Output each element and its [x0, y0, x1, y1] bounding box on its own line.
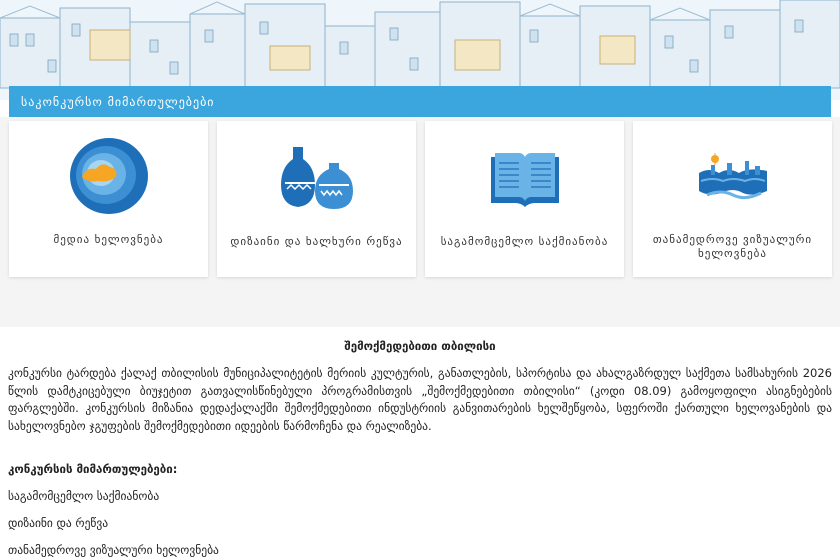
card-label: დიზაინი და ხალხური რეწვა — [230, 235, 403, 248]
tbilisi-houses-illustration — [0, 0, 840, 100]
card-media-art[interactable]: მედია ხელოვნება — [9, 121, 208, 277]
card-label: მედია ხელოვნება — [53, 233, 164, 246]
article-title: შემოქმედებითი თბილისი — [344, 339, 496, 353]
card-contemporary-visual-art[interactable]: თანამედროვე ვიზუალური ხელოვნება — [633, 121, 832, 277]
city-skyline-icon — [698, 153, 767, 200]
pottery-icon — [280, 147, 353, 209]
banner-illustration — [0, 0, 840, 100]
card-label: თანამედროვე ვიზუალური ხელოვნება — [652, 233, 813, 260]
directions-heading: კონკურსის მიმართულებები: — [8, 462, 178, 476]
article-paragraph: კონკურსი ტარდება ქალაქ თბილისის მუნიციპა… — [8, 366, 832, 433]
list-item: საგამომცემლო საქმიანობა — [8, 489, 160, 503]
categories-header: საკონკურსო მიმართულებები — [9, 86, 831, 117]
list-item: თანამედროვე ვიზუალური ხელოვნება — [8, 543, 219, 557]
card-publishing[interactable]: საგამომცემლო საქმიანობა — [425, 121, 624, 277]
open-book-icon — [490, 153, 559, 207]
list-item: დიზაინი და რეწვა — [8, 516, 109, 530]
media-art-icon — [69, 138, 148, 214]
card-label: საგამომცემლო საქმიანობა — [440, 235, 609, 248]
categories-section: მედია ხელოვნება დიზაინი და ხალხური რეწვა — [0, 117, 840, 327]
article: შემოქმედებითი თბილისი კონკურსი ტარდება ქ… — [8, 327, 832, 557]
card-design-crafts[interactable]: დიზაინი და ხალხური რეწვა — [217, 121, 416, 277]
